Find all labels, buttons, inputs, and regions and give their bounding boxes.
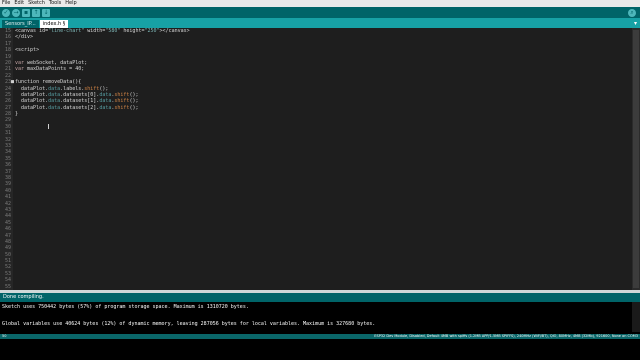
- text-cursor: [48, 124, 49, 129]
- code-token: "250": [144, 28, 160, 34]
- code-token: shift: [114, 91, 130, 98]
- new-button[interactable]: ▪: [22, 8, 30, 17]
- code-token: shift: [84, 85, 100, 92]
- menu-item-file[interactable]: File: [2, 0, 10, 7]
- menu-item-edit[interactable]: Edit: [14, 0, 24, 7]
- output-console[interactable]: Sketch uses 750442 bytes (57%) of progra…: [0, 302, 640, 332]
- code-token: ();: [129, 104, 139, 111]
- code-token: data: [99, 104, 112, 111]
- code-token: </div>: [15, 34, 34, 41]
- upload-button[interactable]: →: [12, 8, 20, 17]
- line-number-indicator: 50: [2, 334, 7, 338]
- save-arrow-down-icon: ↓: [43, 8, 49, 16]
- code-token: dataPlot.: [15, 85, 49, 92]
- code-token: data: [99, 98, 112, 105]
- code-token: .datasets[0].: [60, 91, 100, 98]
- menu-item-sketch[interactable]: Sketch: [28, 0, 45, 7]
- code-token: width=: [84, 28, 106, 34]
- code-token: function: [15, 79, 40, 86]
- code-token: ();: [129, 91, 139, 98]
- code-token: shift: [114, 104, 130, 111]
- code-token: }: [15, 111, 19, 118]
- code-token: dataPlot.: [15, 98, 49, 105]
- code-token: "580": [105, 28, 121, 34]
- editor-vertical-scrollbar[interactable]: [632, 28, 640, 290]
- editor-scroll-thumb[interactable]: [633, 30, 639, 288]
- code-token: ();: [129, 98, 139, 105]
- save-button[interactable]: ↓: [42, 8, 50, 17]
- code-token: dataPlot.: [15, 104, 49, 111]
- code-token: data: [48, 91, 61, 98]
- console-line: Global variables use 40624 bytes (12%) o…: [2, 321, 376, 327]
- open-arrow-up-icon: ↑: [33, 8, 39, 16]
- menu-item-tools[interactable]: Tools: [49, 0, 61, 7]
- code-token: ();: [99, 85, 109, 92]
- toolbar: ✓ → ▪ ↑ ↓ ⌕: [0, 7, 640, 18]
- tab-sketch[interactable]: Sensors_IP...: [2, 20, 39, 28]
- console-scrollbar[interactable]: [632, 302, 640, 332]
- code-token: <canvas id=: [15, 28, 49, 34]
- board-info: ESP32 Dev Module, Disabled, Default 4MB …: [374, 334, 638, 338]
- menu-bar: File Edit Sketch Tools Help: [0, 0, 640, 7]
- code-token: removeData(){: [39, 79, 82, 86]
- code-token: .datasets[1].: [60, 98, 100, 105]
- code-token: maxDataPoints = 40;: [24, 66, 85, 73]
- status-bar: Done compiling.: [0, 293, 640, 302]
- code-token: dataPlot.: [15, 91, 49, 98]
- verify-button[interactable]: ✓: [2, 8, 10, 17]
- tab-index-h[interactable]: index.h §: [39, 20, 69, 28]
- open-button[interactable]: ↑: [32, 8, 40, 17]
- code-token: ></canvas>: [159, 28, 190, 34]
- code-token: data: [99, 91, 112, 98]
- check-icon: ✓: [3, 8, 9, 16]
- new-file-icon: ▪: [23, 8, 29, 16]
- code-token: height=: [120, 28, 145, 34]
- code-token: var: [15, 66, 25, 73]
- code-token: data: [48, 104, 61, 111]
- serial-monitor-button[interactable]: ⌕: [628, 8, 636, 17]
- tab-menu-chevron-down-icon[interactable]: ▾: [634, 20, 637, 28]
- magnifier-icon: ⌕: [630, 8, 634, 16]
- tab-bar: Sensors_IP... index.h § ▾: [0, 18, 640, 28]
- arrow-right-icon: →: [13, 8, 19, 16]
- code-token: .datasets[2].: [60, 104, 100, 111]
- bottom-status-bar: 50 ESP32 Dev Module, Disabled, Default 4…: [0, 334, 640, 339]
- menu-item-help[interactable]: Help: [65, 0, 76, 7]
- code-token: shift: [114, 98, 130, 105]
- code-token: "line-chart": [48, 28, 85, 34]
- code-token: .labels.: [60, 85, 85, 92]
- status-text: Done compiling.: [3, 294, 44, 300]
- console-line: Sketch uses 750442 bytes (57%) of progra…: [2, 304, 249, 310]
- code-token: data: [48, 98, 61, 105]
- code-token: var: [15, 59, 25, 66]
- code-token: <script>: [15, 47, 40, 54]
- code-editor[interactable]: 15 <canvas id="line-chart" width="580" he…: [0, 28, 640, 290]
- code-lines[interactable]: 15 <canvas id="line-chart" width="580" he…: [0, 28, 632, 290]
- code-token: webSocket, dataPlot;: [24, 59, 88, 66]
- code-token: data: [48, 85, 61, 92]
